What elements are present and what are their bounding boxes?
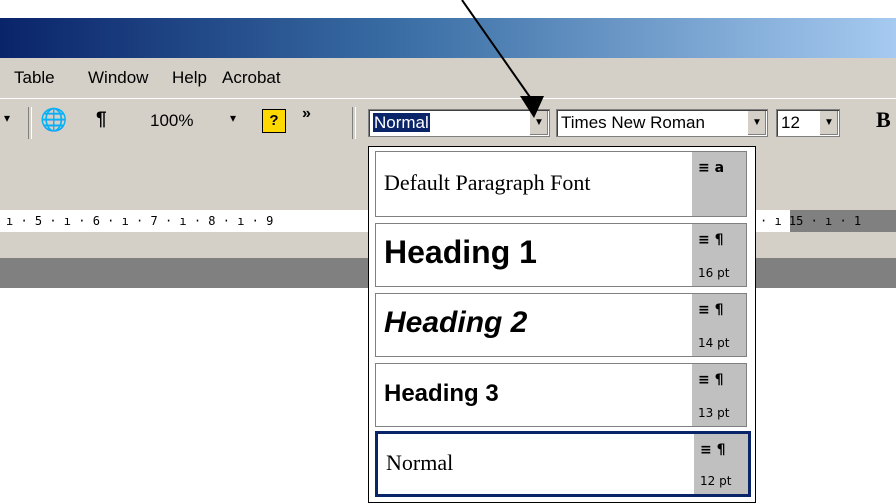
formatting-toolbar: ▾ 🌐 ¶ 100% ▾ ? » Normal ▼ Times New Roma… — [0, 98, 896, 145]
style-option-heading-2[interactable]: Heading 2 ≡ ¶ 14 pt — [375, 293, 747, 357]
style-option-heading-3[interactable]: Heading 3 ≡ ¶ 13 pt — [375, 363, 747, 427]
style-size: 16 pt — [698, 266, 730, 280]
font-combo[interactable]: Times New Roman ▼ — [556, 109, 768, 137]
paragraph-style-icon: ≡ ¶ — [698, 302, 724, 318]
style-option-label: Heading 3 — [384, 380, 499, 407]
web-toolbar-globe-icon[interactable]: 🌐 — [40, 107, 67, 133]
toolbar-separator — [28, 107, 32, 139]
style-option-heading-1[interactable]: Heading 1 ≡ ¶ 16 pt — [375, 223, 747, 287]
style-option-meta: ≡ ¶ 16 pt — [692, 224, 746, 286]
ruler-right-marks: · ı 15 · ı · 1 — [760, 214, 862, 228]
style-combo[interactable]: Normal ▼ — [368, 109, 550, 137]
zoom-dropdown-icon[interactable]: ▾ — [230, 111, 236, 125]
font-size-combo[interactable]: 12 ▼ — [776, 109, 840, 137]
style-option-label: Normal — [386, 450, 454, 475]
help-icon[interactable]: ? — [262, 109, 286, 133]
style-option-normal[interactable]: Normal ≡ ¶ 12 pt — [375, 431, 751, 497]
font-size-value[interactable]: 12 — [781, 113, 800, 132]
show-hide-pilcrow-icon[interactable]: ¶ — [96, 109, 107, 131]
style-dropdown-button[interactable]: ▼ — [529, 111, 548, 135]
title-bar — [0, 18, 896, 58]
style-option-label: Default Paragraph Font — [384, 170, 591, 195]
style-option-meta: ≡ a — [692, 152, 746, 216]
paragraph-style-icon: ≡ ¶ — [698, 372, 724, 388]
style-option-meta: ≡ ¶ 14 pt — [692, 294, 746, 356]
style-dropdown-list: Default Paragraph Font ≡ a Heading 1 ≡ ¶… — [368, 146, 756, 503]
style-option-label: Heading 1 — [384, 234, 537, 270]
style-option-default-paragraph-font[interactable]: Default Paragraph Font ≡ a — [375, 151, 747, 217]
character-style-icon: ≡ a — [698, 160, 725, 176]
style-option-meta: ≡ ¶ 13 pt — [692, 364, 746, 426]
style-size: 13 pt — [698, 406, 730, 420]
style-size: 12 pt — [700, 474, 732, 488]
menu-acrobat[interactable]: Acrobat — [222, 68, 281, 88]
zoom-value[interactable]: 100% — [150, 111, 193, 131]
font-dropdown-button[interactable]: ▼ — [747, 111, 766, 135]
style-option-label: Heading 2 — [384, 306, 528, 339]
paragraph-style-icon: ≡ ¶ — [700, 442, 726, 458]
menu-bar: Table Window Help Acrobat — [0, 58, 896, 98]
toolbar-separator — [352, 107, 356, 139]
font-combo-value[interactable]: Times New Roman — [561, 113, 705, 132]
dropdown-arrow-icon[interactable]: ▾ — [4, 111, 10, 125]
menu-window[interactable]: Window — [88, 68, 148, 88]
menu-help[interactable]: Help — [172, 68, 207, 88]
style-size: 14 pt — [698, 336, 730, 350]
paragraph-style-icon: ≡ ¶ — [698, 232, 724, 248]
ruler-margin-area: · ı 15 · ı · 1 — [760, 210, 896, 232]
style-combo-value[interactable]: Normal — [373, 113, 430, 132]
ruler-marks: ı · 5 · ı · 6 · ı · 7 · ı · 8 · ı · 9 — [6, 214, 274, 228]
style-option-meta: ≡ ¶ 12 pt — [694, 434, 748, 494]
bold-button[interactable]: B — [876, 107, 891, 133]
menu-table[interactable]: Table — [14, 68, 55, 88]
toolbar-overflow-icon[interactable]: » — [302, 105, 311, 123]
font-size-dropdown-button[interactable]: ▼ — [819, 111, 838, 135]
